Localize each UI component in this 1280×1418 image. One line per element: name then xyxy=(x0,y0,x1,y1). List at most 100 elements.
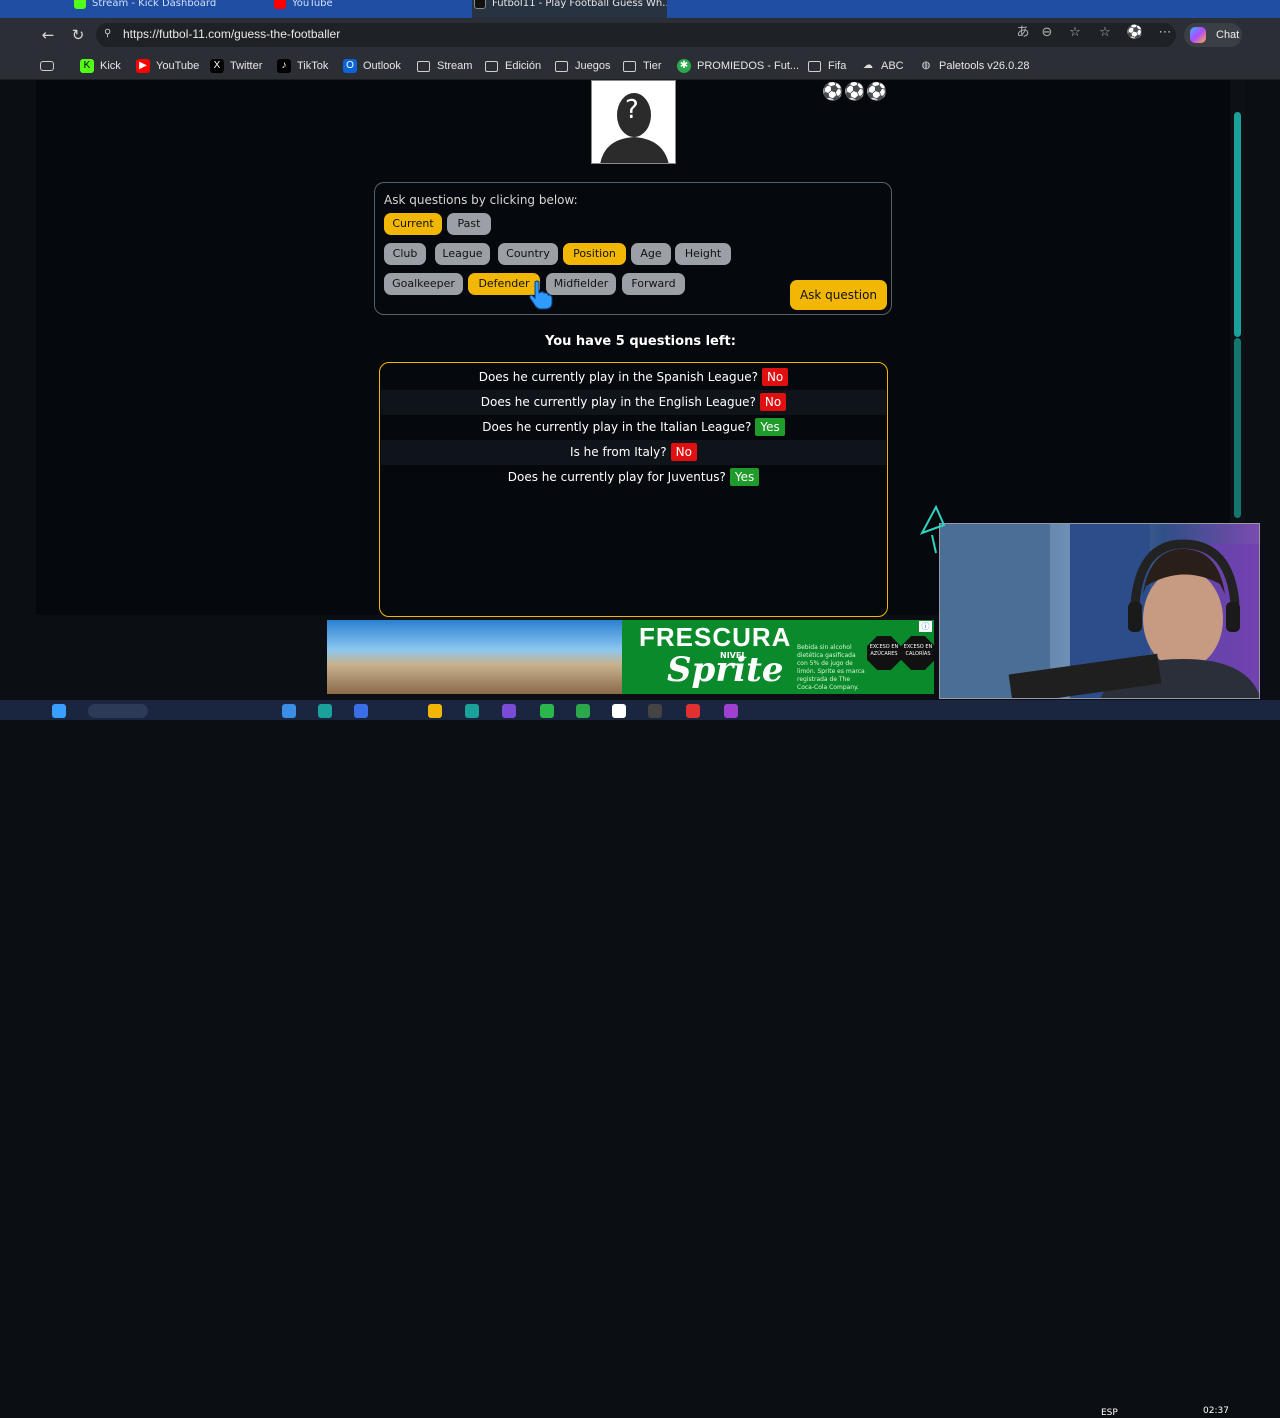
bookmark-label: Twitter xyxy=(230,60,263,72)
sprite-ad-banner[interactable]: FRESCURA NIVEL Sprite Bebida sin alcohol… xyxy=(327,620,934,694)
option-goalkeeper-button[interactable]: Goalkeeper xyxy=(384,273,463,295)
category-height-button[interactable]: Height xyxy=(675,243,731,265)
history-question: Does he currently play in the Spanish Le… xyxy=(478,370,758,384)
youtube-icon: ▶ xyxy=(136,59,150,73)
avatar-question-mark: ? xyxy=(625,95,639,125)
bookmark-paletools[interactable]: ◍ Paletools v26.0.28 xyxy=(919,58,1030,74)
filter-current-button[interactable]: Current xyxy=(384,213,442,235)
folder-icon xyxy=(417,61,430,72)
bookmark-label: YouTube xyxy=(156,60,200,72)
taskbar-edge-icon[interactable] xyxy=(318,704,332,718)
kick-icon: K xyxy=(80,59,94,73)
ask-question-button[interactable]: Ask question xyxy=(790,280,887,310)
history-question: Does he currently play in the Italian Le… xyxy=(482,420,752,434)
taskbar-browser-icon[interactable] xyxy=(465,704,479,718)
bookmark-folder-juegos[interactable]: Juegos xyxy=(555,58,610,74)
answer-badge: No xyxy=(759,393,787,411)
bookmark-label: PROMIEDOS - Fut... xyxy=(697,60,800,72)
tab-youtube[interactable]: YouTube xyxy=(272,0,462,18)
scrollbar-thumb[interactable] xyxy=(1234,112,1241,337)
taskbar-clock[interactable]: 02:37 xyxy=(1203,1406,1229,1416)
filter-past-button[interactable]: Past xyxy=(447,213,491,235)
translate-icon[interactable]: あ xyxy=(1014,24,1032,42)
copilot-chat-button[interactable]: Chat xyxy=(1184,23,1242,47)
bookmark-promiedos[interactable]: ✱ PROMIEDOS - Fut... xyxy=(677,58,799,74)
bookmark-label: Juegos xyxy=(575,60,611,72)
x-icon: X xyxy=(210,59,224,73)
category-league-button[interactable]: League xyxy=(435,243,490,265)
ad-info-icon[interactable]: ⓘ xyxy=(919,621,932,632)
taskbar-explorer-icon[interactable] xyxy=(428,704,442,718)
tab-futbol11[interactable]: Futbol11 - Play Football Guess Wh... xyxy=(472,0,667,18)
bookmark-folder-stream[interactable]: Stream xyxy=(417,58,472,74)
category-age-button[interactable]: Age xyxy=(631,243,671,265)
taskbar-spotify-icon[interactable] xyxy=(540,704,554,718)
category-club-button[interactable]: Club xyxy=(384,243,426,265)
back-icon[interactable]: ← xyxy=(38,25,58,45)
bookmark-youtube[interactable]: ▶ YouTube xyxy=(136,58,199,74)
history-row: Does he currently play in the Italian Le… xyxy=(381,415,886,440)
taskbar-obs-icon[interactable] xyxy=(648,704,662,718)
bookmark-outlook[interactable]: O Outlook xyxy=(343,58,401,74)
tracking-icon[interactable]: ⊖ xyxy=(1038,24,1056,42)
history-question: Does he currently play for Juventus? xyxy=(507,470,726,484)
hand-cursor-icon xyxy=(528,280,554,310)
youtube-icon xyxy=(274,0,286,9)
history-row: Is he from Italy? No xyxy=(381,440,886,465)
folder-icon xyxy=(623,61,636,72)
taskbar-app-icon[interactable] xyxy=(282,704,296,718)
taskbar-app-icon[interactable] xyxy=(686,704,700,718)
folder-icon xyxy=(808,61,821,72)
bookmark-tiktok[interactable]: ♪ TikTok xyxy=(277,58,328,74)
tiktok-icon: ♪ xyxy=(277,59,291,73)
scrollbar-track-lower[interactable] xyxy=(1234,338,1241,518)
site-info-icon[interactable]: ⚲ xyxy=(104,28,114,41)
collections-icon[interactable] xyxy=(40,58,54,74)
refresh-icon[interactable]: ↻ xyxy=(68,25,88,45)
folder-icon xyxy=(485,61,498,72)
history-row: Does he currently play in the Spanish Le… xyxy=(381,365,886,390)
outlook-icon: O xyxy=(343,59,357,73)
promiedos-icon: ✱ xyxy=(677,59,691,73)
futbol11-icon xyxy=(474,0,486,9)
category-country-button[interactable]: Country xyxy=(498,243,558,265)
taskbar-app-icon[interactable] xyxy=(502,704,516,718)
history-question: Is he from Italy? xyxy=(570,445,667,459)
question-prompt: Ask questions by clicking below: xyxy=(384,193,578,207)
menu-dots-icon[interactable]: ⋯ xyxy=(1156,24,1174,42)
category-position-button[interactable]: Position xyxy=(563,243,626,265)
favorite-star-icon[interactable]: ☆ xyxy=(1066,24,1084,42)
windows-taskbar: ESP 02:37 xyxy=(0,700,1280,1418)
bookmark-twitter[interactable]: X Twitter xyxy=(210,58,262,74)
lives-indicator: ⚽⚽⚽ xyxy=(822,82,889,102)
tab-label: YouTube xyxy=(292,0,333,9)
warning-sugar-seal: EXCESO EN AZÚCARES xyxy=(867,636,901,670)
history-row: Does he currently play for Juventus? Yes xyxy=(381,465,886,490)
warning-calories-seal: EXCESO EN CALORÍAS xyxy=(901,636,934,670)
extension-ball-icon[interactable]: ⚽ xyxy=(1126,24,1144,42)
address-toolbar: ← ↻ ⚲ https://futbol-11.com/guess-the-fo… xyxy=(0,18,1280,52)
language-indicator[interactable]: ESP xyxy=(1101,1408,1118,1418)
tab-kick-dashboard[interactable]: Stream - Kick Dashboard xyxy=(72,0,262,18)
bookmark-folder-edicion[interactable]: Edición xyxy=(485,58,541,74)
kick-icon xyxy=(74,0,86,9)
taskbar-app-icon[interactable] xyxy=(576,704,590,718)
bookmark-abc[interactable]: ☁ ABC xyxy=(861,58,904,74)
bookmark-label: Paletools v26.0.28 xyxy=(939,60,1030,72)
windows-start-icon[interactable] xyxy=(52,704,66,718)
bookmark-kick[interactable]: K Kick xyxy=(80,58,121,74)
bookmark-folder-tier[interactable]: Tier xyxy=(623,58,662,74)
bookmarks-bar: K Kick ▶ YouTube X Twitter ♪ TikTok O Outlook… xyxy=(0,52,1280,80)
ad-headline: FRESCURA xyxy=(639,622,792,652)
option-midfielder-button[interactable]: Midfielder xyxy=(546,273,616,295)
taskbar-app-icon[interactable] xyxy=(354,704,368,718)
taskbar-search[interactable] xyxy=(88,704,148,718)
bookmark-label: Tier xyxy=(643,60,662,72)
bookmark-label: Kick xyxy=(100,60,121,72)
taskbar-app-icon[interactable] xyxy=(612,704,626,718)
taskbar-app-icon[interactable] xyxy=(724,704,738,718)
option-forward-button[interactable]: Forward xyxy=(622,273,685,295)
favorites-icon[interactable]: ☆ xyxy=(1096,24,1114,42)
bookmark-label: Stream xyxy=(437,60,473,72)
bookmark-folder-fifa[interactable]: Fifa xyxy=(808,58,846,74)
